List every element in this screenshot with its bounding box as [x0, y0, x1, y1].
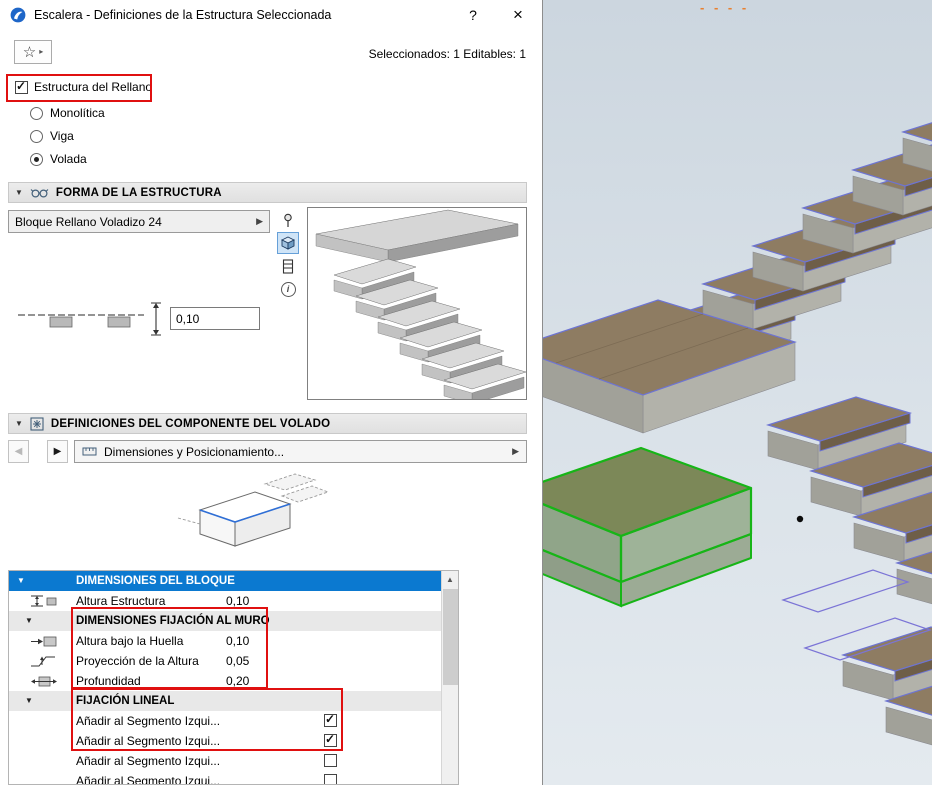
- radio-volada[interactable]: Volada: [30, 152, 87, 166]
- collapse-icon[interactable]: ▼: [15, 188, 23, 197]
- chevron-right-icon: ▶: [256, 216, 263, 227]
- 3d-viewport[interactable]: - - - -: [543, 0, 932, 785]
- row-checkbox[interactable]: [324, 714, 337, 727]
- viewport-marker-dashes[interactable]: - - - -: [700, 0, 749, 15]
- radio-viga[interactable]: Viga: [30, 129, 74, 143]
- table-group-fijacion-muro[interactable]: ▼ DIMENSIONES FIJACIÓN AL MURO: [9, 611, 442, 631]
- table-row-altura-huella[interactable]: Altura bajo la Huella 0,10: [9, 631, 442, 651]
- group-label: FIJACIÓN LINEAL: [76, 695, 174, 707]
- offset-value-input[interactable]: [170, 307, 260, 330]
- table-rows: ▼ DIMENSIONES DEL BLOQUE Altura Estructu…: [9, 571, 442, 785]
- landing-structure-label: Estructura del Rellano: [34, 80, 152, 94]
- profile-dropdown-value: Bloque Rellano Voladizo 24: [15, 215, 162, 229]
- favorites-button[interactable]: ☆ ▸: [14, 40, 52, 64]
- row-checkbox[interactable]: [324, 734, 337, 747]
- property-value[interactable]: 0,05: [226, 654, 249, 668]
- plan-view-button[interactable]: [277, 209, 299, 231]
- radio-label: Monolítica: [50, 106, 105, 120]
- radio-icon[interactable]: [30, 153, 43, 166]
- table-scrollbar[interactable]: ▲: [441, 571, 458, 784]
- radio-icon[interactable]: [30, 130, 43, 143]
- stairs-3d-image: [543, 0, 932, 785]
- arrow-right-icon: ▶: [54, 446, 62, 457]
- settings-page-dropdown[interactable]: Dimensiones y Posicionamiento... ▶: [74, 440, 527, 463]
- property-value[interactable]: 0,10: [226, 594, 249, 608]
- property-value[interactable]: 0,10: [226, 634, 249, 648]
- table-row-anadir-segmento-3[interactable]: Añadir al Segmento Izqui...: [9, 751, 442, 771]
- group-label: DIMENSIONES DEL BLOQUE: [76, 575, 235, 587]
- table-group-fijacion-lineal[interactable]: ▼ FIJACIÓN LINEAL: [9, 691, 442, 711]
- glasses-icon: [30, 187, 49, 198]
- info-button[interactable]: i: [277, 278, 299, 300]
- property-label: Añadir al Segmento Izqui...: [76, 734, 220, 748]
- component-diagram: [170, 472, 330, 564]
- selection-info: Seleccionados: 1 Editables: 1: [369, 47, 526, 61]
- row-checkbox[interactable]: [324, 754, 337, 767]
- section-title: DEFINICIONES DEL COMPONENTE DEL VOLADO: [51, 418, 330, 430]
- close-button[interactable]: ×: [503, 4, 533, 26]
- collapse-icon[interactable]: ▼: [17, 576, 25, 585]
- settings-page-label: Dimensiones y Posicionamiento...: [104, 445, 284, 459]
- section-title: FORMA DE LA ESTRUCTURA: [56, 187, 222, 199]
- dialog-titlebar[interactable]: Escalera - Definiciones de la Estructura…: [0, 0, 542, 30]
- collapse-icon[interactable]: ▼: [15, 419, 23, 428]
- point-marker: [797, 516, 803, 522]
- chevron-right-icon: ▶: [512, 446, 519, 457]
- table-row-profundidad[interactable]: Profundidad 0,20: [9, 671, 442, 691]
- radio-label: Viga: [50, 129, 74, 143]
- property-label: Añadir al Segmento Izqui...: [76, 754, 220, 768]
- next-component-button[interactable]: ▶: [47, 440, 68, 463]
- table-row-anadir-segmento-4[interactable]: Añadir al Segmento Izqui...: [9, 771, 442, 785]
- section-view-button[interactable]: [277, 255, 299, 277]
- collapse-icon[interactable]: ▼: [25, 616, 33, 625]
- table-row-anadir-segmento-1[interactable]: Añadir al Segmento Izqui...: [9, 711, 442, 731]
- table-group-dimensiones-bloque[interactable]: ▼ DIMENSIONES DEL BLOQUE: [9, 571, 442, 591]
- help-button[interactable]: ?: [458, 4, 488, 26]
- properties-table[interactable]: ▼ DIMENSIONES DEL BLOQUE Altura Estructu…: [8, 570, 459, 785]
- landing-structure-row[interactable]: Estructura del Rellano: [15, 80, 152, 94]
- prev-component-button[interactable]: ◀: [8, 440, 29, 463]
- profile-dropdown[interactable]: Bloque Rellano Voladizo 24 ▶: [8, 210, 270, 233]
- section-componente-volado[interactable]: ▼ DEFINICIONES DEL COMPONENTE DEL VOLADO: [8, 413, 527, 434]
- component-icon: [30, 417, 44, 431]
- row-checkbox[interactable]: [324, 774, 337, 785]
- section-forma-estructura[interactable]: ▼ FORMA DE LA ESTRUCTURA: [8, 182, 527, 203]
- cube-icon: [281, 236, 295, 250]
- screen: Escalera - Definiciones de la Estructura…: [0, 0, 932, 785]
- info-icon: i: [281, 282, 296, 297]
- property-label: Altura Estructura: [76, 594, 165, 608]
- scrollbar-thumb[interactable]: [443, 589, 458, 685]
- property-value[interactable]: 0,20: [226, 674, 249, 688]
- offset-diagram: [16, 300, 166, 340]
- landing-structure-checkbox[interactable]: [15, 81, 28, 94]
- collapse-icon[interactable]: ▼: [25, 696, 33, 705]
- pin-icon: [282, 213, 294, 228]
- star-icon: ☆: [23, 45, 36, 60]
- property-label: Añadir al Segmento Izqui...: [76, 774, 220, 785]
- group-label: DIMENSIONES FIJACIÓN AL MURO: [76, 615, 270, 627]
- preview-stairs-image: [308, 208, 526, 399]
- scroll-up-icon[interactable]: ▲: [442, 571, 458, 588]
- 3d-view-button[interactable]: [277, 232, 299, 254]
- table-row-proyeccion-altura[interactable]: Proyección de la Altura 0,05: [9, 651, 442, 671]
- radio-label: Volada: [50, 152, 87, 166]
- dialog-title: Escalera - Definiciones de la Estructura…: [34, 8, 331, 22]
- radio-monolitica[interactable]: Monolítica: [30, 106, 105, 120]
- favorites-arrow-icon: ▸: [39, 48, 43, 56]
- table-row-altura-estructura[interactable]: Altura Estructura 0,10: [9, 591, 442, 611]
- property-label: Proyección de la Altura: [76, 654, 199, 668]
- structure-preview[interactable]: [307, 207, 527, 400]
- film-icon: [282, 259, 294, 274]
- stair-settings-dialog: Escalera - Definiciones de la Estructura…: [0, 0, 543, 785]
- property-label: Altura bajo la Huella: [76, 634, 183, 648]
- radio-icon[interactable]: [30, 107, 43, 120]
- property-label: Profundidad: [76, 674, 141, 688]
- dimensions-icon: [82, 446, 97, 457]
- app-icon: [10, 7, 26, 23]
- arrow-left-icon: ◀: [15, 446, 23, 457]
- table-row-anadir-segmento-2[interactable]: Añadir al Segmento Izqui...: [9, 731, 442, 751]
- property-label: Añadir al Segmento Izqui...: [76, 714, 220, 728]
